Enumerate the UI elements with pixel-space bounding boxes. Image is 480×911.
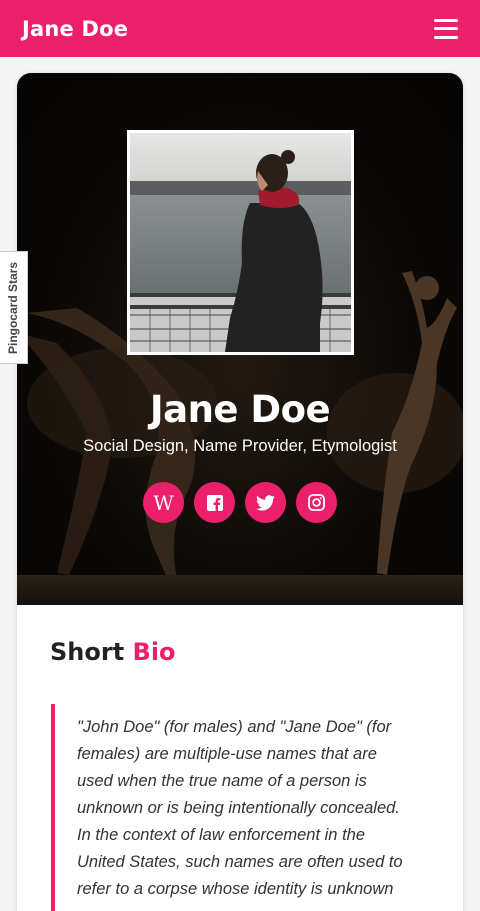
side-tab-label: Pingocard Stars [6,261,21,354]
profile-name: Jane Doe [149,388,331,431]
bio-heading: Short Bio [50,638,176,666]
profile-card: Jane Doe Social Design, Name Provider, E… [17,73,463,911]
quote-accent-bar [51,704,55,911]
woman-portrait-image [130,133,351,352]
facebook-link[interactable] [194,482,235,523]
twitter-icon [256,494,275,511]
bio-heading-main: Short [50,638,125,666]
profile-photo [127,130,354,355]
pingocard-stars-tab[interactable]: Pingocard Stars [0,251,28,364]
facebook-icon [206,494,223,511]
instagram-icon [308,494,325,511]
hero-banner: Jane Doe Social Design, Name Provider, E… [17,73,463,605]
twitter-link[interactable] [245,482,286,523]
social-links: W [17,482,463,523]
top-navbar: Jane Doe [0,0,480,57]
hamburger-menu-icon[interactable] [434,18,458,39]
instagram-link[interactable] [296,482,337,523]
wikipedia-link[interactable]: W [143,482,184,523]
bio-heading-accent: Bio [132,638,176,666]
wikipedia-icon: W [153,490,174,515]
profile-tagline: Social Design, Name Provider, Etymologis… [83,437,397,455]
stage-floor [17,575,463,605]
brand-title[interactable]: Jane Doe [22,17,128,41]
bio-quote: "John Doe" (for males) and "Jane Doe" (f… [77,718,403,898]
